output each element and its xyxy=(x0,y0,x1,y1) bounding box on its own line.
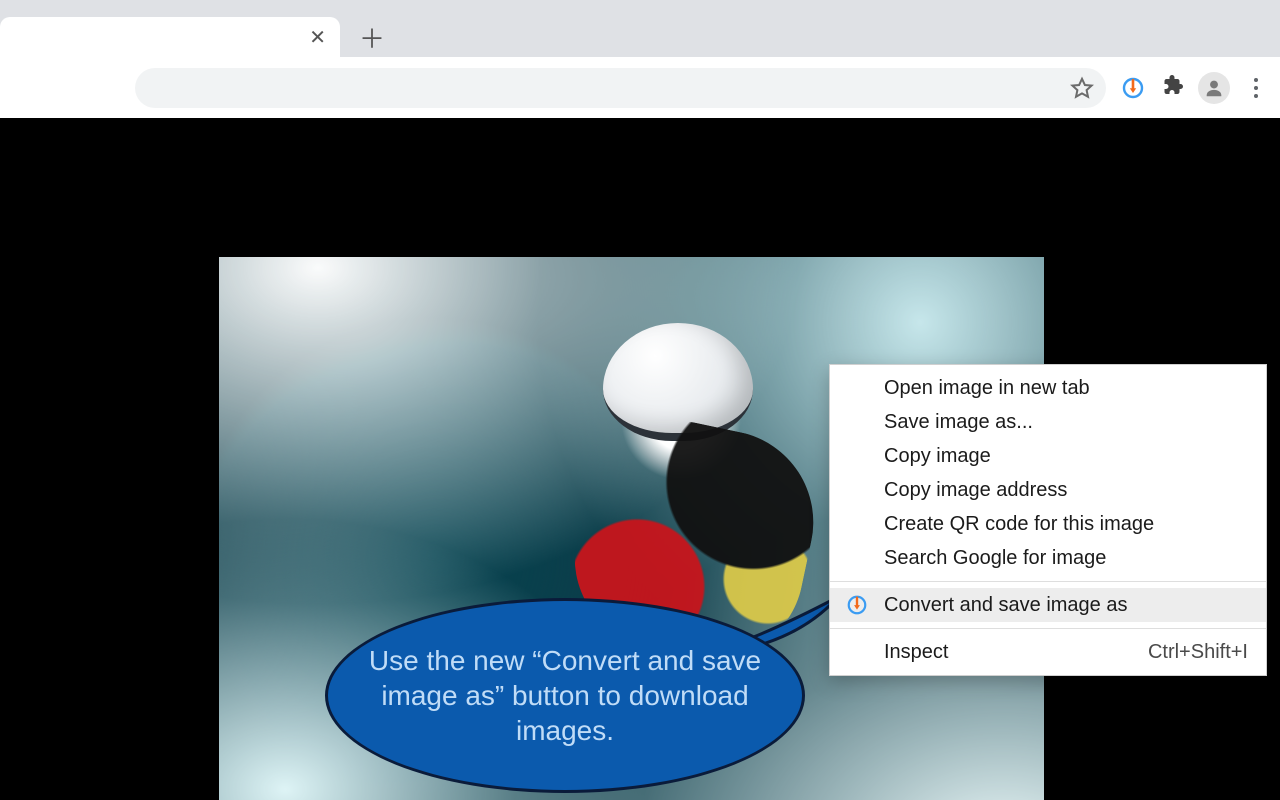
context-menu: Open image in new tab Save image as... C… xyxy=(829,364,1267,676)
ctx-item-label: Copy image address xyxy=(884,479,1067,502)
ctx-item-label: Open image in new tab xyxy=(884,377,1090,400)
extensions-puzzle-icon[interactable] xyxy=(1160,73,1184,102)
ctx-item-label: Copy image xyxy=(884,445,991,468)
ctx-item-label: Create QR code for this image xyxy=(884,513,1154,536)
context-menu-separator xyxy=(830,628,1266,629)
context-menu-separator xyxy=(830,581,1266,582)
ctx-search-google-image[interactable]: Search Google for image xyxy=(830,541,1266,575)
ctx-create-qr-code[interactable]: Create QR code for this image xyxy=(830,507,1266,541)
speech-bubble-text: Use the new “Convert and save image as” … xyxy=(362,643,768,748)
ctx-convert-and-save-image-as[interactable]: Convert and save image as xyxy=(830,588,1266,622)
ctx-open-image-new-tab[interactable]: Open image in new tab xyxy=(830,371,1266,405)
browser-menu-button[interactable] xyxy=(1244,72,1268,104)
close-tab-icon[interactable]: ✕ xyxy=(309,25,326,50)
ctx-inspect[interactable]: Inspect Ctrl+Shift+I xyxy=(830,635,1266,669)
new-tab-button[interactable]: ＋ xyxy=(354,19,390,55)
ctx-item-label: Search Google for image xyxy=(884,547,1106,570)
browser-tab[interactable]: ✕ xyxy=(0,17,340,57)
bookmark-star-icon[interactable] xyxy=(1070,76,1094,100)
ctx-item-label: Save image as... xyxy=(884,411,1033,434)
ctx-item-label: Inspect xyxy=(884,641,948,664)
instruction-speech-bubble: Use the new “Convert and save image as” … xyxy=(325,598,805,793)
ctx-item-shortcut: Ctrl+Shift+I xyxy=(1148,641,1248,664)
ctx-item-label: Convert and save image as xyxy=(884,594,1127,617)
ctx-copy-image[interactable]: Copy image xyxy=(830,439,1266,473)
tab-strip: ✕ ＋ xyxy=(0,0,1280,57)
extension-icon xyxy=(846,594,868,616)
address-bar[interactable] xyxy=(135,68,1106,108)
ctx-copy-image-address[interactable]: Copy image address xyxy=(830,473,1266,507)
browser-toolbar xyxy=(0,57,1280,118)
extension-icon[interactable] xyxy=(1120,75,1146,101)
ctx-save-image-as[interactable]: Save image as... xyxy=(830,405,1266,439)
profile-avatar-icon[interactable] xyxy=(1198,72,1230,104)
